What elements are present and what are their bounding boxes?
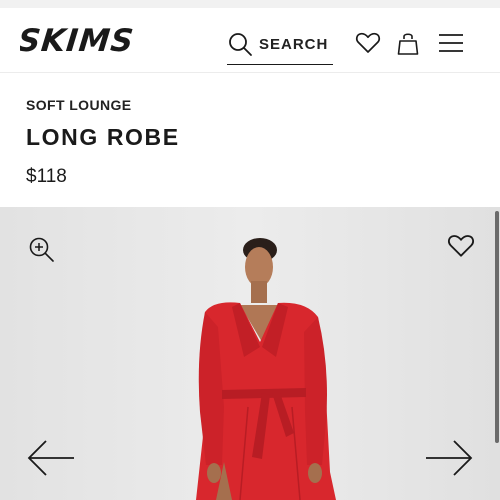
wishlist-button[interactable] [354,29,382,57]
product-category: SOFT LOUNGE [26,97,132,113]
browser-top-strip [0,0,500,8]
site-header: SKIMS SEARCH [0,8,500,73]
arrow-right-icon [426,440,473,476]
page-scrollbar[interactable] [495,211,499,443]
hamburger-menu-icon [439,34,463,52]
zoom-button[interactable] [27,235,55,263]
menu-button[interactable] [437,29,465,57]
svg-text:SKIMS: SKIMS [20,23,136,56]
heart-icon [448,235,474,257]
prev-image-button[interactable] [26,438,76,478]
zoom-in-icon [29,237,54,262]
next-image-button[interactable] [424,438,474,478]
search-icon [229,33,252,56]
search-button[interactable]: SEARCH [227,24,333,65]
skims-logo[interactable]: SKIMS [20,22,146,56]
product-image-gallery[interactable] [0,207,500,500]
gallery-wishlist-button[interactable] [447,233,475,259]
product-title: LONG ROBE [26,124,180,150]
heart-icon [355,32,381,53]
product-price: $118 [26,166,67,187]
bag-button[interactable] [394,29,422,57]
shopping-bag-icon [397,33,419,55]
arrow-left-icon [27,440,74,476]
search-label: SEARCH [259,35,329,53]
